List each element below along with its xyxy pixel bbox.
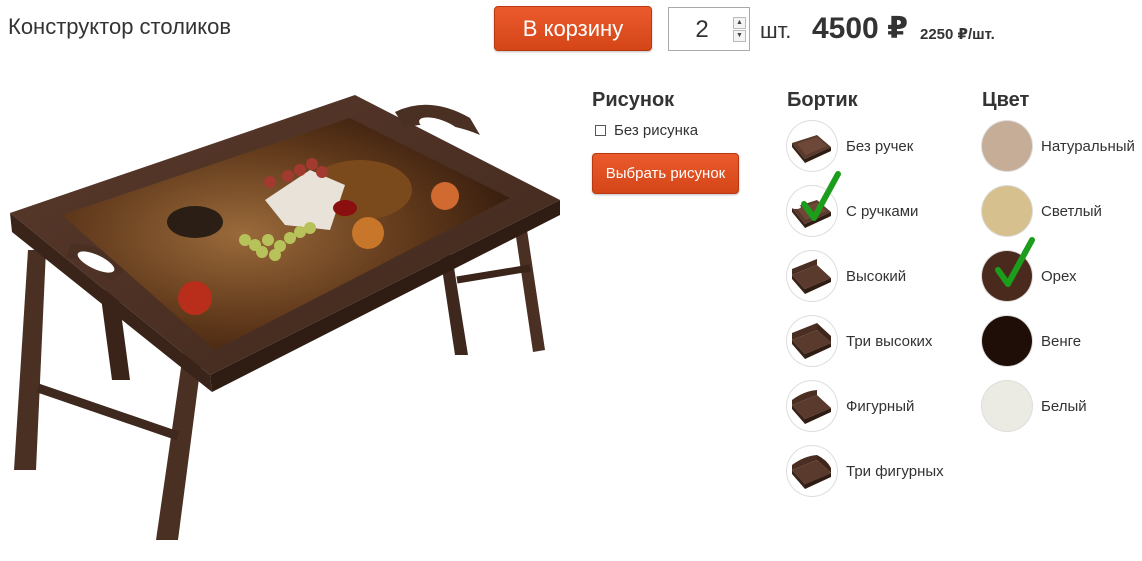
unit-price: 2250 ₽/шт. xyxy=(920,26,995,43)
selected-check-icon xyxy=(801,171,841,221)
color-option-light[interactable]: Светлый xyxy=(982,186,1102,236)
rim-option-label: Три высоких xyxy=(846,332,933,350)
color-option-label: Натуральный xyxy=(1041,137,1135,155)
color-swatch xyxy=(982,381,1032,431)
rim-three-curved-icon xyxy=(787,446,837,496)
rim-option-three-high[interactable]: Три высоких xyxy=(787,316,932,366)
increment-arrow-icon[interactable]: ▲ xyxy=(733,17,746,29)
color-option-wenge[interactable]: Венге xyxy=(982,316,1081,366)
quantity-stepper: ▲ ▼ xyxy=(668,7,750,52)
no-picture-checkbox[interactable] xyxy=(595,125,606,136)
rim-option-three-curved[interactable]: Три фигурных xyxy=(787,446,944,496)
total-price: 4500 ₽ xyxy=(812,12,908,45)
rim-option-curved[interactable]: Фигурный xyxy=(787,381,914,431)
picture-heading: Рисунок xyxy=(592,89,675,111)
rim-curved-icon xyxy=(787,381,837,431)
rim-option-high[interactable]: Высокий xyxy=(787,251,906,301)
color-swatch xyxy=(982,186,1032,236)
page-title: Конструктор столиков xyxy=(8,14,232,39)
rim-high-icon xyxy=(787,251,837,301)
rim-heading: Бортик xyxy=(787,89,858,111)
add-to-cart-button[interactable]: В корзину xyxy=(494,6,652,51)
rim-option-label: Три фигурных xyxy=(846,462,944,480)
decrement-arrow-icon[interactable]: ▼ xyxy=(733,30,746,42)
color-option-label: Орех xyxy=(1041,267,1077,285)
color-heading: Цвет xyxy=(982,89,1030,111)
color-swatch xyxy=(982,316,1032,366)
color-swatch xyxy=(982,121,1032,171)
color-option-white[interactable]: Белый xyxy=(982,381,1087,431)
rim-option-label: С ручками xyxy=(846,202,919,220)
color-option-label: Венге xyxy=(1041,332,1082,350)
no-picture-option[interactable]: Без рисунка xyxy=(595,122,698,139)
rim-option-label: Высокий xyxy=(846,267,907,285)
quantity-unit: шт. xyxy=(760,18,792,43)
quantity-input[interactable] xyxy=(669,8,735,52)
table-preview-image xyxy=(10,95,560,540)
no-picture-label: Без рисунка xyxy=(614,122,699,139)
color-option-natural[interactable]: Натуральный xyxy=(982,121,1135,171)
rim-three-high-icon xyxy=(787,316,837,366)
color-option-label: Белый xyxy=(1041,397,1087,415)
rim-option-label: Фигурный xyxy=(846,397,915,415)
choose-picture-button[interactable]: Выбрать рисунок xyxy=(592,153,739,194)
rim-option-no-handles[interactable]: Без ручек xyxy=(787,121,913,171)
rim-option-label: Без ручек xyxy=(846,137,914,155)
selected-check-icon xyxy=(995,237,1035,287)
rim-no-handles-icon xyxy=(787,121,837,171)
color-option-label: Светлый xyxy=(1041,202,1102,220)
